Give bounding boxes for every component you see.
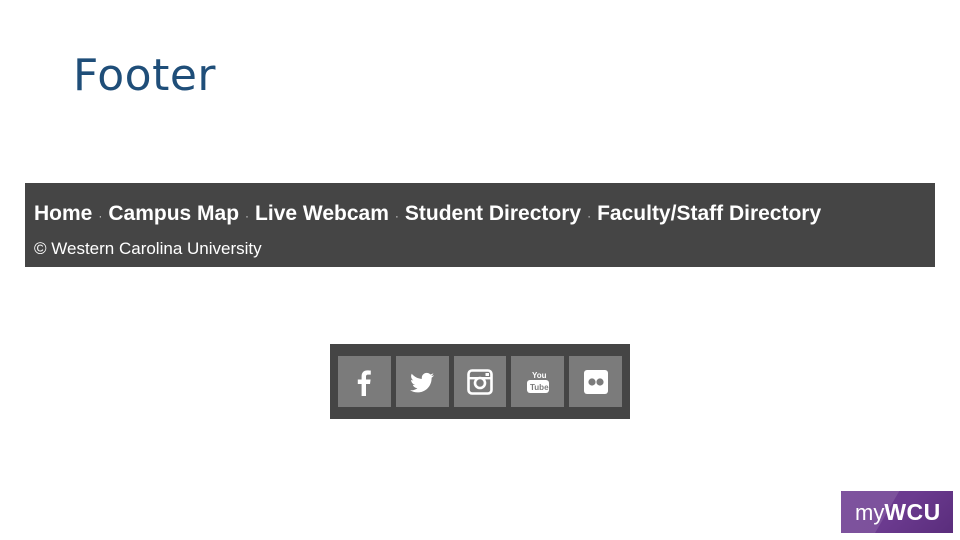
nav-separator: · — [587, 209, 592, 223]
flickr-button[interactable] — [569, 356, 622, 407]
youtube-icon: You Tube — [526, 371, 549, 393]
instagram-button[interactable] — [453, 356, 507, 407]
facebook-button[interactable] — [338, 356, 391, 407]
mywcu-logo: myWCU — [841, 491, 953, 533]
logo-my: my — [855, 500, 885, 525]
youtube-you-text: You — [532, 371, 547, 380]
slide-title: Footer — [73, 50, 216, 101]
youtube-tube-text: Tube — [530, 383, 549, 392]
copyright-text: © Western Carolina University — [34, 239, 262, 258]
faculty-staff-directory-link[interactable]: Faculty/Staff Directory — [597, 202, 821, 226]
nav-separator: · — [394, 209, 399, 223]
logo-wcu: WCU — [884, 499, 941, 525]
youtube-button[interactable]: You Tube — [511, 356, 565, 407]
flickr-icon — [583, 369, 608, 394]
nav-separator: · — [245, 209, 250, 223]
footer-bar: Home · Campus Map · Live Webcam · Studen… — [25, 183, 935, 267]
social-bar: You Tube — [330, 344, 630, 419]
home-link[interactable]: Home — [34, 202, 92, 226]
footer-nav: Home · Campus Map · Live Webcam · Studen… — [34, 202, 821, 226]
campus-map-link[interactable]: Campus Map — [108, 202, 239, 226]
twitter-button[interactable] — [395, 356, 449, 407]
student-directory-link[interactable]: Student Directory — [405, 202, 581, 226]
facebook-icon — [358, 369, 372, 396]
live-webcam-link[interactable]: Live Webcam — [255, 202, 389, 226]
logo-text: myWCU — [855, 499, 941, 526]
nav-separator: · — [98, 209, 103, 223]
instagram-icon — [467, 368, 493, 395]
twitter-icon — [410, 372, 435, 392]
